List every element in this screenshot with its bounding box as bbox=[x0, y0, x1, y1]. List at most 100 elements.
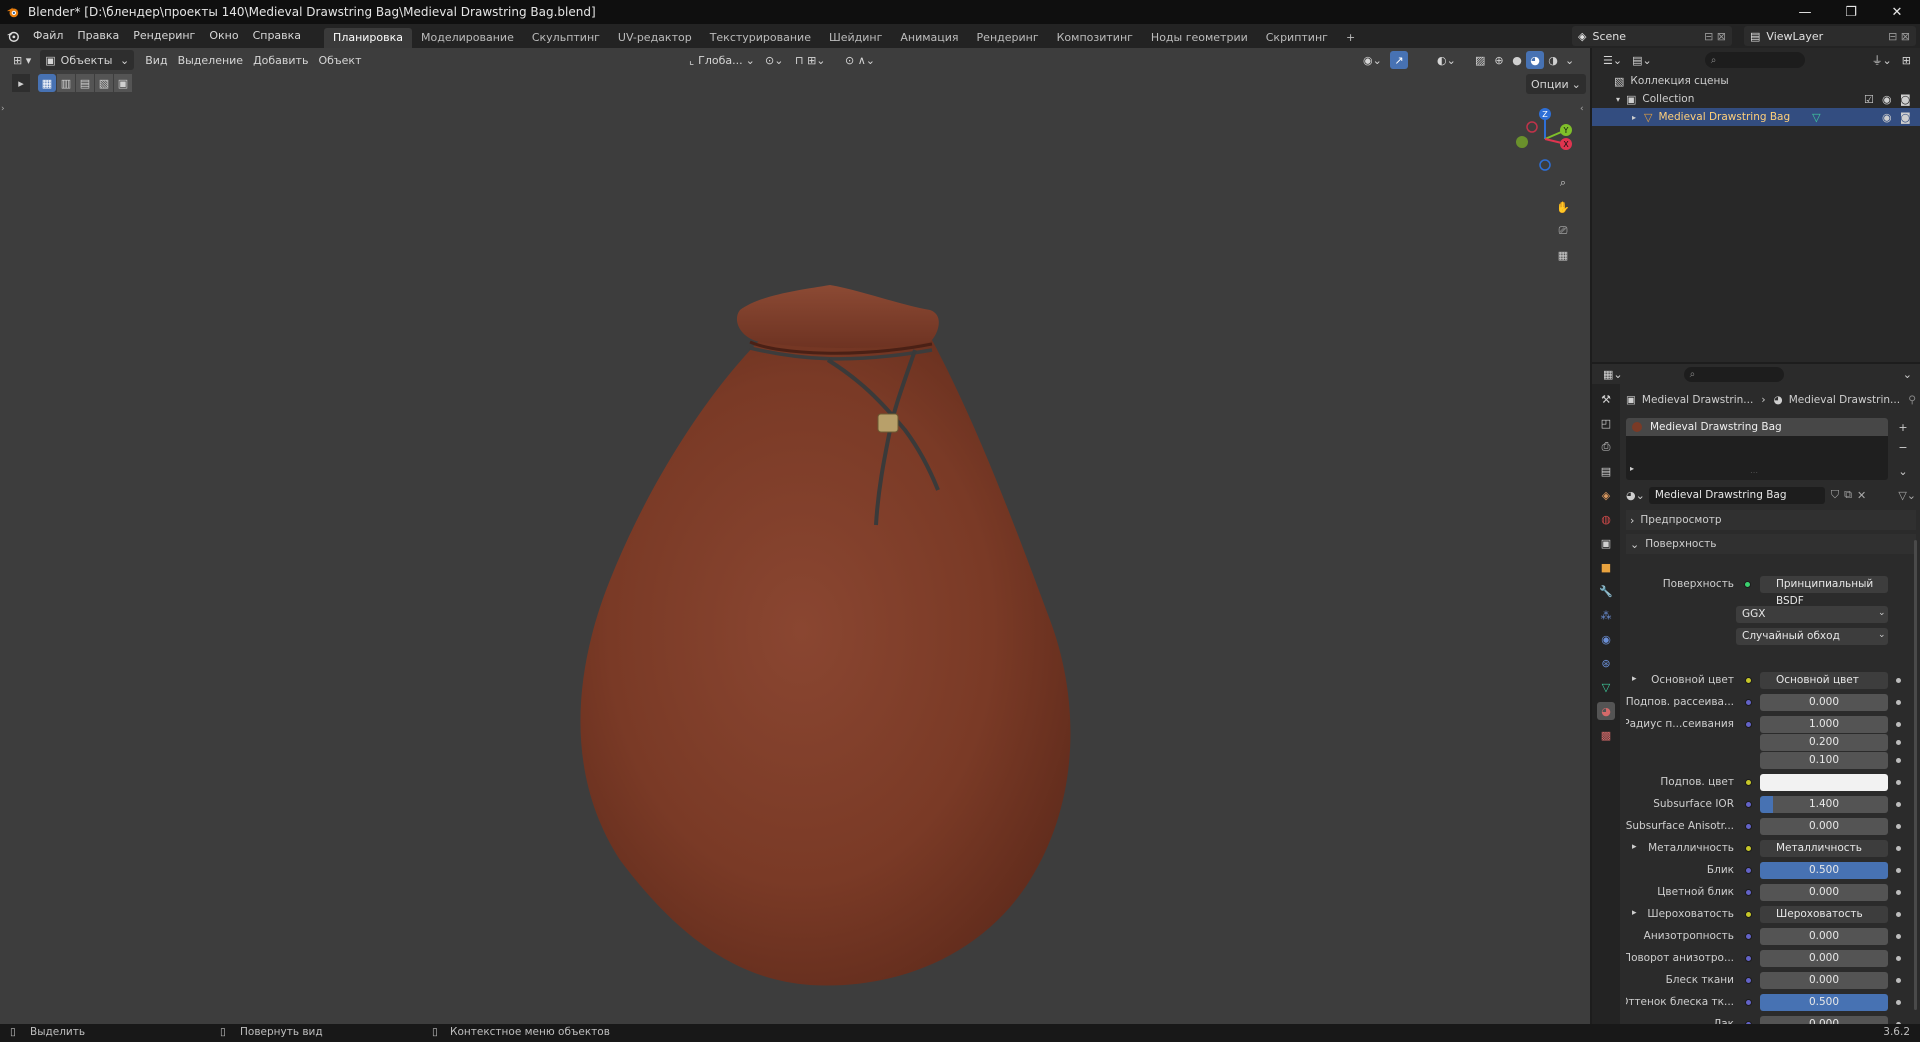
number-field[interactable]: 0.100 bbox=[1760, 752, 1888, 769]
collection-tab-icon[interactable]: ▣ bbox=[1597, 534, 1615, 552]
pan-hand-icon[interactable]: ✋ bbox=[1554, 198, 1572, 216]
options-dropdown[interactable]: Опции ⌄ bbox=[1526, 74, 1586, 94]
tab-rendering[interactable]: Рендеринг bbox=[968, 28, 1048, 48]
toolbar-expand-icon[interactable]: › bbox=[1, 104, 5, 114]
material-name-field[interactable]: Medieval Drawstring Bag bbox=[1648, 486, 1825, 504]
output-tab-icon[interactable]: ⎙ bbox=[1597, 438, 1615, 456]
chevron-right-icon[interactable]: ▸ bbox=[1632, 842, 1637, 852]
number-field[interactable]: 0.000 bbox=[1760, 1016, 1888, 1024]
drawstring-bag-model[interactable] bbox=[560, 280, 1100, 1000]
object-tab-icon[interactable]: ■ bbox=[1597, 558, 1615, 576]
keyframe-dot-icon[interactable] bbox=[1896, 846, 1901, 851]
unlink-material-icon[interactable]: ✕ bbox=[1857, 489, 1866, 502]
visibility-dropdown[interactable]: ◉⌄ bbox=[1358, 50, 1387, 70]
display-mode-dropdown[interactable]: ▤⌄ bbox=[1627, 50, 1657, 70]
tab-animation[interactable]: Анимация bbox=[891, 28, 967, 48]
socket-dot-icon[interactable] bbox=[1745, 933, 1752, 940]
duplicate-material-icon[interactable]: ⧉ bbox=[1844, 488, 1852, 502]
outliner-editor-type-dropdown[interactable]: ☰⌄ bbox=[1598, 50, 1627, 70]
number-field[interactable]: 0.000 bbox=[1760, 884, 1888, 901]
number-field[interactable]: 0.500 bbox=[1760, 862, 1888, 879]
pin-icon[interactable]: ⚲ bbox=[1908, 394, 1916, 406]
world-tab-icon[interactable]: ◍ bbox=[1597, 510, 1615, 528]
number-field[interactable]: 0.000 bbox=[1760, 694, 1888, 711]
socket-dot-icon[interactable] bbox=[1745, 911, 1752, 918]
3d-viewport[interactable]: ⊞ ▾ ▣ Объекты ⌄ Вид Выделение Добавить О… bbox=[0, 48, 1590, 1024]
viewlayer-selector[interactable]: ▤ ViewLayer ⊟ ⊠ bbox=[1744, 26, 1916, 46]
scene-selector[interactable]: ◈ Scene ⊟ ⊠ bbox=[1572, 26, 1732, 46]
editor-type-dropdown[interactable]: ⊞ ▾ bbox=[8, 50, 36, 70]
material-preview-shading-icon[interactable]: ◕ bbox=[1526, 51, 1544, 69]
menu-edit[interactable]: Правка bbox=[70, 24, 126, 48]
keyframe-dot-icon[interactable] bbox=[1896, 802, 1901, 807]
preview-panel-header[interactable]: › Предпросмотр bbox=[1626, 510, 1916, 530]
constraints-tab-icon[interactable]: ⊛ bbox=[1597, 654, 1615, 672]
new-collection-icon[interactable]: ⊞ bbox=[1897, 50, 1916, 70]
material-tab-icon[interactable]: ◕ bbox=[1597, 702, 1615, 720]
keyframe-dot-icon[interactable] bbox=[1896, 868, 1901, 873]
outliner-search-input[interactable]: ⌕ bbox=[1704, 52, 1805, 68]
outliner-row-collection[interactable]: ▾ ▣ Collection ☑ ◉ ◙ bbox=[1592, 90, 1920, 108]
select-new-icon[interactable]: ▦ bbox=[38, 74, 56, 92]
render-tab-icon[interactable]: ◰ bbox=[1597, 414, 1615, 432]
number-field[interactable]: 1.000 bbox=[1760, 716, 1888, 733]
tool-tab-icon[interactable]: ⚒ bbox=[1597, 390, 1615, 408]
wireframe-shading-icon[interactable]: ⊕ bbox=[1490, 51, 1508, 69]
view-layer-tab-icon[interactable]: ▤ bbox=[1597, 462, 1615, 480]
distribution-dropdown[interactable]: GGX bbox=[1736, 606, 1888, 623]
number-field[interactable]: 0.000 bbox=[1760, 928, 1888, 945]
properties-editor-type-dropdown[interactable]: ▦⌄ bbox=[1598, 364, 1628, 384]
chevron-down-icon[interactable]: ⌄ bbox=[1903, 368, 1912, 381]
eye-icon[interactable]: ◉ bbox=[1882, 111, 1892, 124]
linked-input-field[interactable]: Металличность bbox=[1760, 840, 1888, 857]
slot-specials-icon[interactable]: ⌄ bbox=[1894, 462, 1912, 480]
keyframe-dot-icon[interactable] bbox=[1896, 700, 1901, 705]
list-resize-handle[interactable]: ⋯ bbox=[1750, 468, 1758, 477]
maximize-button[interactable]: ❐ bbox=[1828, 0, 1874, 24]
snap-toggle[interactable]: ⊓ ⊞⌄ bbox=[790, 50, 831, 70]
socket-dot-icon[interactable] bbox=[1745, 977, 1752, 984]
chevron-right-icon[interactable]: ▸ bbox=[1630, 464, 1634, 473]
transform-orientation-dropdown[interactable]: ⌞ Глоба... ⌄ bbox=[684, 50, 760, 70]
add-slot-icon[interactable]: + bbox=[1894, 418, 1912, 436]
number-field[interactable]: 0.200 bbox=[1760, 734, 1888, 751]
perspective-grid-icon[interactable]: ▦ bbox=[1554, 246, 1572, 264]
number-field[interactable]: 1.400 bbox=[1760, 796, 1888, 813]
add-workspace-button[interactable]: + bbox=[1337, 28, 1364, 48]
socket-dot-icon[interactable] bbox=[1745, 779, 1752, 786]
keyframe-dot-icon[interactable] bbox=[1896, 740, 1901, 745]
menu-render[interactable]: Рендеринг bbox=[126, 24, 202, 48]
menu-add[interactable]: Добавить bbox=[248, 50, 313, 70]
close-button[interactable]: ✕ bbox=[1874, 0, 1920, 24]
keyframe-dot-icon[interactable] bbox=[1896, 912, 1901, 917]
socket-dot-icon[interactable] bbox=[1745, 845, 1752, 852]
minimize-button[interactable]: — bbox=[1782, 0, 1828, 24]
tab-uv-editing[interactable]: UV-редактор bbox=[609, 28, 701, 48]
keyframe-dot-icon[interactable] bbox=[1896, 780, 1901, 785]
properties-scrollbar[interactable] bbox=[1914, 540, 1917, 1010]
socket-dot-icon[interactable] bbox=[1745, 867, 1752, 874]
chevron-right-icon[interactable]: ▸ bbox=[1632, 908, 1637, 918]
properties-search-input[interactable]: ⌕ bbox=[1683, 366, 1784, 382]
fake-user-shield-icon[interactable]: ⛉ bbox=[1831, 488, 1839, 502]
menu-view[interactable]: Вид bbox=[140, 50, 172, 70]
color-swatch-field[interactable] bbox=[1760, 774, 1888, 791]
keyframe-dot-icon[interactable] bbox=[1896, 978, 1901, 983]
subsurface-method-dropdown[interactable]: Случайный обход bbox=[1736, 628, 1888, 645]
number-field[interactable]: 0.000 bbox=[1760, 818, 1888, 835]
scene-tab-icon[interactable]: ◈ bbox=[1597, 486, 1615, 504]
menu-window[interactable]: Окно bbox=[202, 24, 245, 48]
material-slot-item[interactable]: Medieval Drawstring Bag bbox=[1626, 418, 1888, 436]
socket-dot-icon[interactable] bbox=[1745, 823, 1752, 830]
keyframe-dot-icon[interactable] bbox=[1896, 678, 1901, 683]
number-field[interactable]: 0.000 bbox=[1760, 972, 1888, 989]
chevron-right-icon[interactable]: ▸ bbox=[1632, 113, 1636, 122]
material-slot-list[interactable]: Medieval Drawstring Bag ▸ ⋯ bbox=[1626, 418, 1888, 480]
chevron-down-icon[interactable]: ▾ bbox=[1616, 95, 1620, 104]
xray-toggle[interactable]: ▨ bbox=[1470, 50, 1490, 70]
overlays-toggle[interactable]: ◐⌄ bbox=[1432, 50, 1461, 70]
proportional-edit-toggle[interactable]: ⊙ ∧⌄ bbox=[840, 50, 880, 70]
keyframe-dot-icon[interactable] bbox=[1896, 1000, 1901, 1005]
socket-dot-icon[interactable] bbox=[1745, 721, 1752, 728]
keyframe-dot-icon[interactable] bbox=[1896, 934, 1901, 939]
